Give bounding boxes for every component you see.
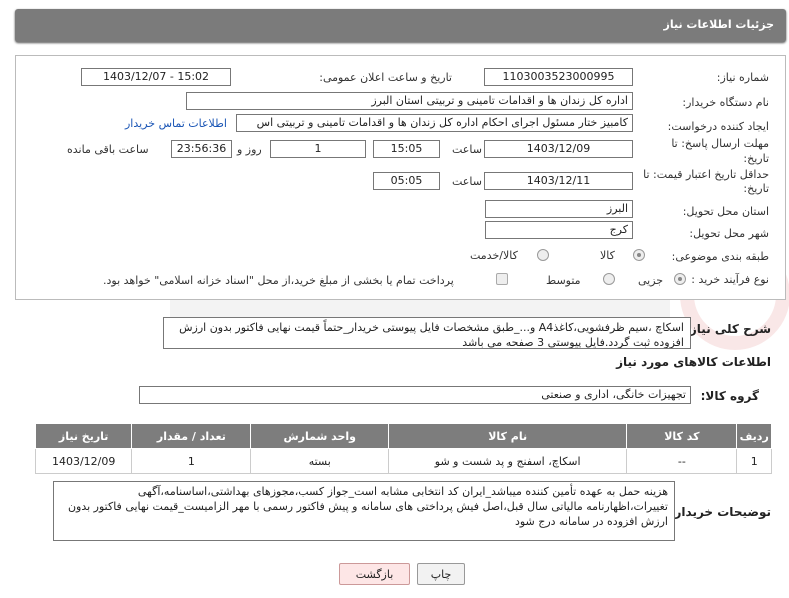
remaining-time-field: 23:56:36: [171, 140, 232, 158]
col-row: ردیف: [736, 423, 772, 449]
cell-name: اسکاچ، اسفنج و پد شست و شو: [387, 448, 628, 474]
col-date: تاریخ نیاز: [34, 423, 133, 449]
summary-text: اسکاچ ،سیم ظرفشویی،کاغذA4 و..._طبق مشخصا…: [163, 317, 691, 349]
city-label: شهر محل تحویل:: [689, 227, 769, 240]
category-label: طبقه بندی موضوعی:: [671, 250, 769, 263]
items-table-header: ردیف کد کالا نام کالا واحد شمارش تعداد /…: [34, 423, 772, 449]
treasury-payment-checkbox[interactable]: [496, 273, 508, 285]
summary-label: شرح کلی نیاز:: [685, 322, 771, 336]
requester-field: کامبیز ختار مسئول اجرای احکام اداره کل ز…: [236, 114, 633, 132]
deadline-time-label: ساعت: [452, 143, 482, 156]
process-small-label: جزیی: [638, 274, 664, 287]
items-table: ردیف کد کالا نام کالا واحد شمارش تعداد /…: [34, 423, 772, 474]
category-goods-label: کالا: [600, 249, 615, 262]
print-button[interactable]: چاپ: [417, 563, 465, 585]
goods-group-field: تجهیزات خانگی، اداری و صنعتی: [139, 386, 691, 404]
deadline-label-date: تاریخ:: [743, 152, 769, 165]
col-name: نام کالا: [387, 423, 628, 449]
buyer-org-field: اداره کل زندان ها و اقدامات تامینی و ترب…: [186, 92, 633, 110]
category-service-label: کالا/خدمت: [470, 249, 518, 262]
validity-time-label: ساعت: [452, 175, 482, 188]
announce-date-field: 1403/12/07 - 15:02: [81, 68, 231, 86]
deadline-label: مهلت ارسال پاسخ: تا: [671, 137, 769, 150]
deadline-date-field: 1403/12/09: [484, 140, 633, 158]
goods-group-label: گروه کالا:: [700, 389, 759, 403]
cell-unit: بسته: [250, 448, 389, 474]
table-row: 1 -- اسکاچ، اسفنج و پد شست و شو بسته 1 1…: [34, 448, 772, 474]
city-field: کرج: [485, 221, 633, 239]
need-number-field: 1103003523000995: [484, 68, 633, 86]
days-field: 1: [270, 140, 366, 158]
goods-info-title: اطلاعات کالاهای مورد نیاز: [616, 355, 771, 369]
col-code: کد کالا: [626, 423, 738, 449]
requester-label: ایجاد کننده درخواست:: [667, 120, 769, 133]
back-button[interactable]: بازگشت: [339, 563, 410, 585]
validity-date-field: 1403/12/11: [484, 172, 633, 190]
days-label: روز و: [237, 143, 262, 156]
remaining-time-label: ساعت باقی مانده: [67, 143, 149, 156]
province-field: البرز: [485, 200, 633, 218]
buyer-notes-text: هزینه حمل به عهده تأمین کننده میباشد_ایر…: [53, 481, 675, 541]
buyer-contact-link[interactable]: اطلاعات تماس خریدار: [125, 117, 227, 130]
col-qty: تعداد / مقدار: [131, 423, 252, 449]
cell-date: 1403/12/09: [34, 448, 133, 474]
process-medium-label: متوسط: [546, 274, 581, 287]
province-label: استان محل تحویل:: [682, 205, 769, 218]
validity-label: حداقل تاریخ اعتبار قیمت: تا: [643, 168, 769, 181]
page-header: جزئیات اطلاعات نیاز: [15, 9, 786, 42]
deadline-time-field: 15:05: [373, 140, 440, 158]
buyer-notes-label: توضیحات خریدار:: [669, 505, 771, 519]
treasury-payment-note: پرداخت تمام یا بخشی از مبلغ خرید،از محل …: [103, 274, 454, 287]
announce-date-label: تاریخ و ساعت اعلان عمومی:: [319, 71, 452, 84]
col-unit: واحد شمارش: [250, 423, 389, 449]
category-goods-radio[interactable]: [633, 249, 645, 261]
category-service-radio[interactable]: [537, 249, 549, 261]
cell-code: --: [626, 448, 738, 474]
cell-qty: 1: [131, 448, 252, 474]
validity-label-date: تاریخ:: [743, 182, 769, 195]
process-small-radio[interactable]: [674, 273, 686, 285]
buyer-org-label: نام دستگاه خریدار:: [682, 96, 769, 109]
cell-row: 1: [736, 448, 772, 474]
page-title: جزئیات اطلاعات نیاز: [663, 18, 775, 31]
need-number-label: شماره نیاز:: [716, 71, 769, 84]
process-label: نوع فرآیند خرید :: [691, 273, 769, 286]
validity-time-field: 05:05: [373, 172, 440, 190]
process-medium-radio[interactable]: [603, 273, 615, 285]
